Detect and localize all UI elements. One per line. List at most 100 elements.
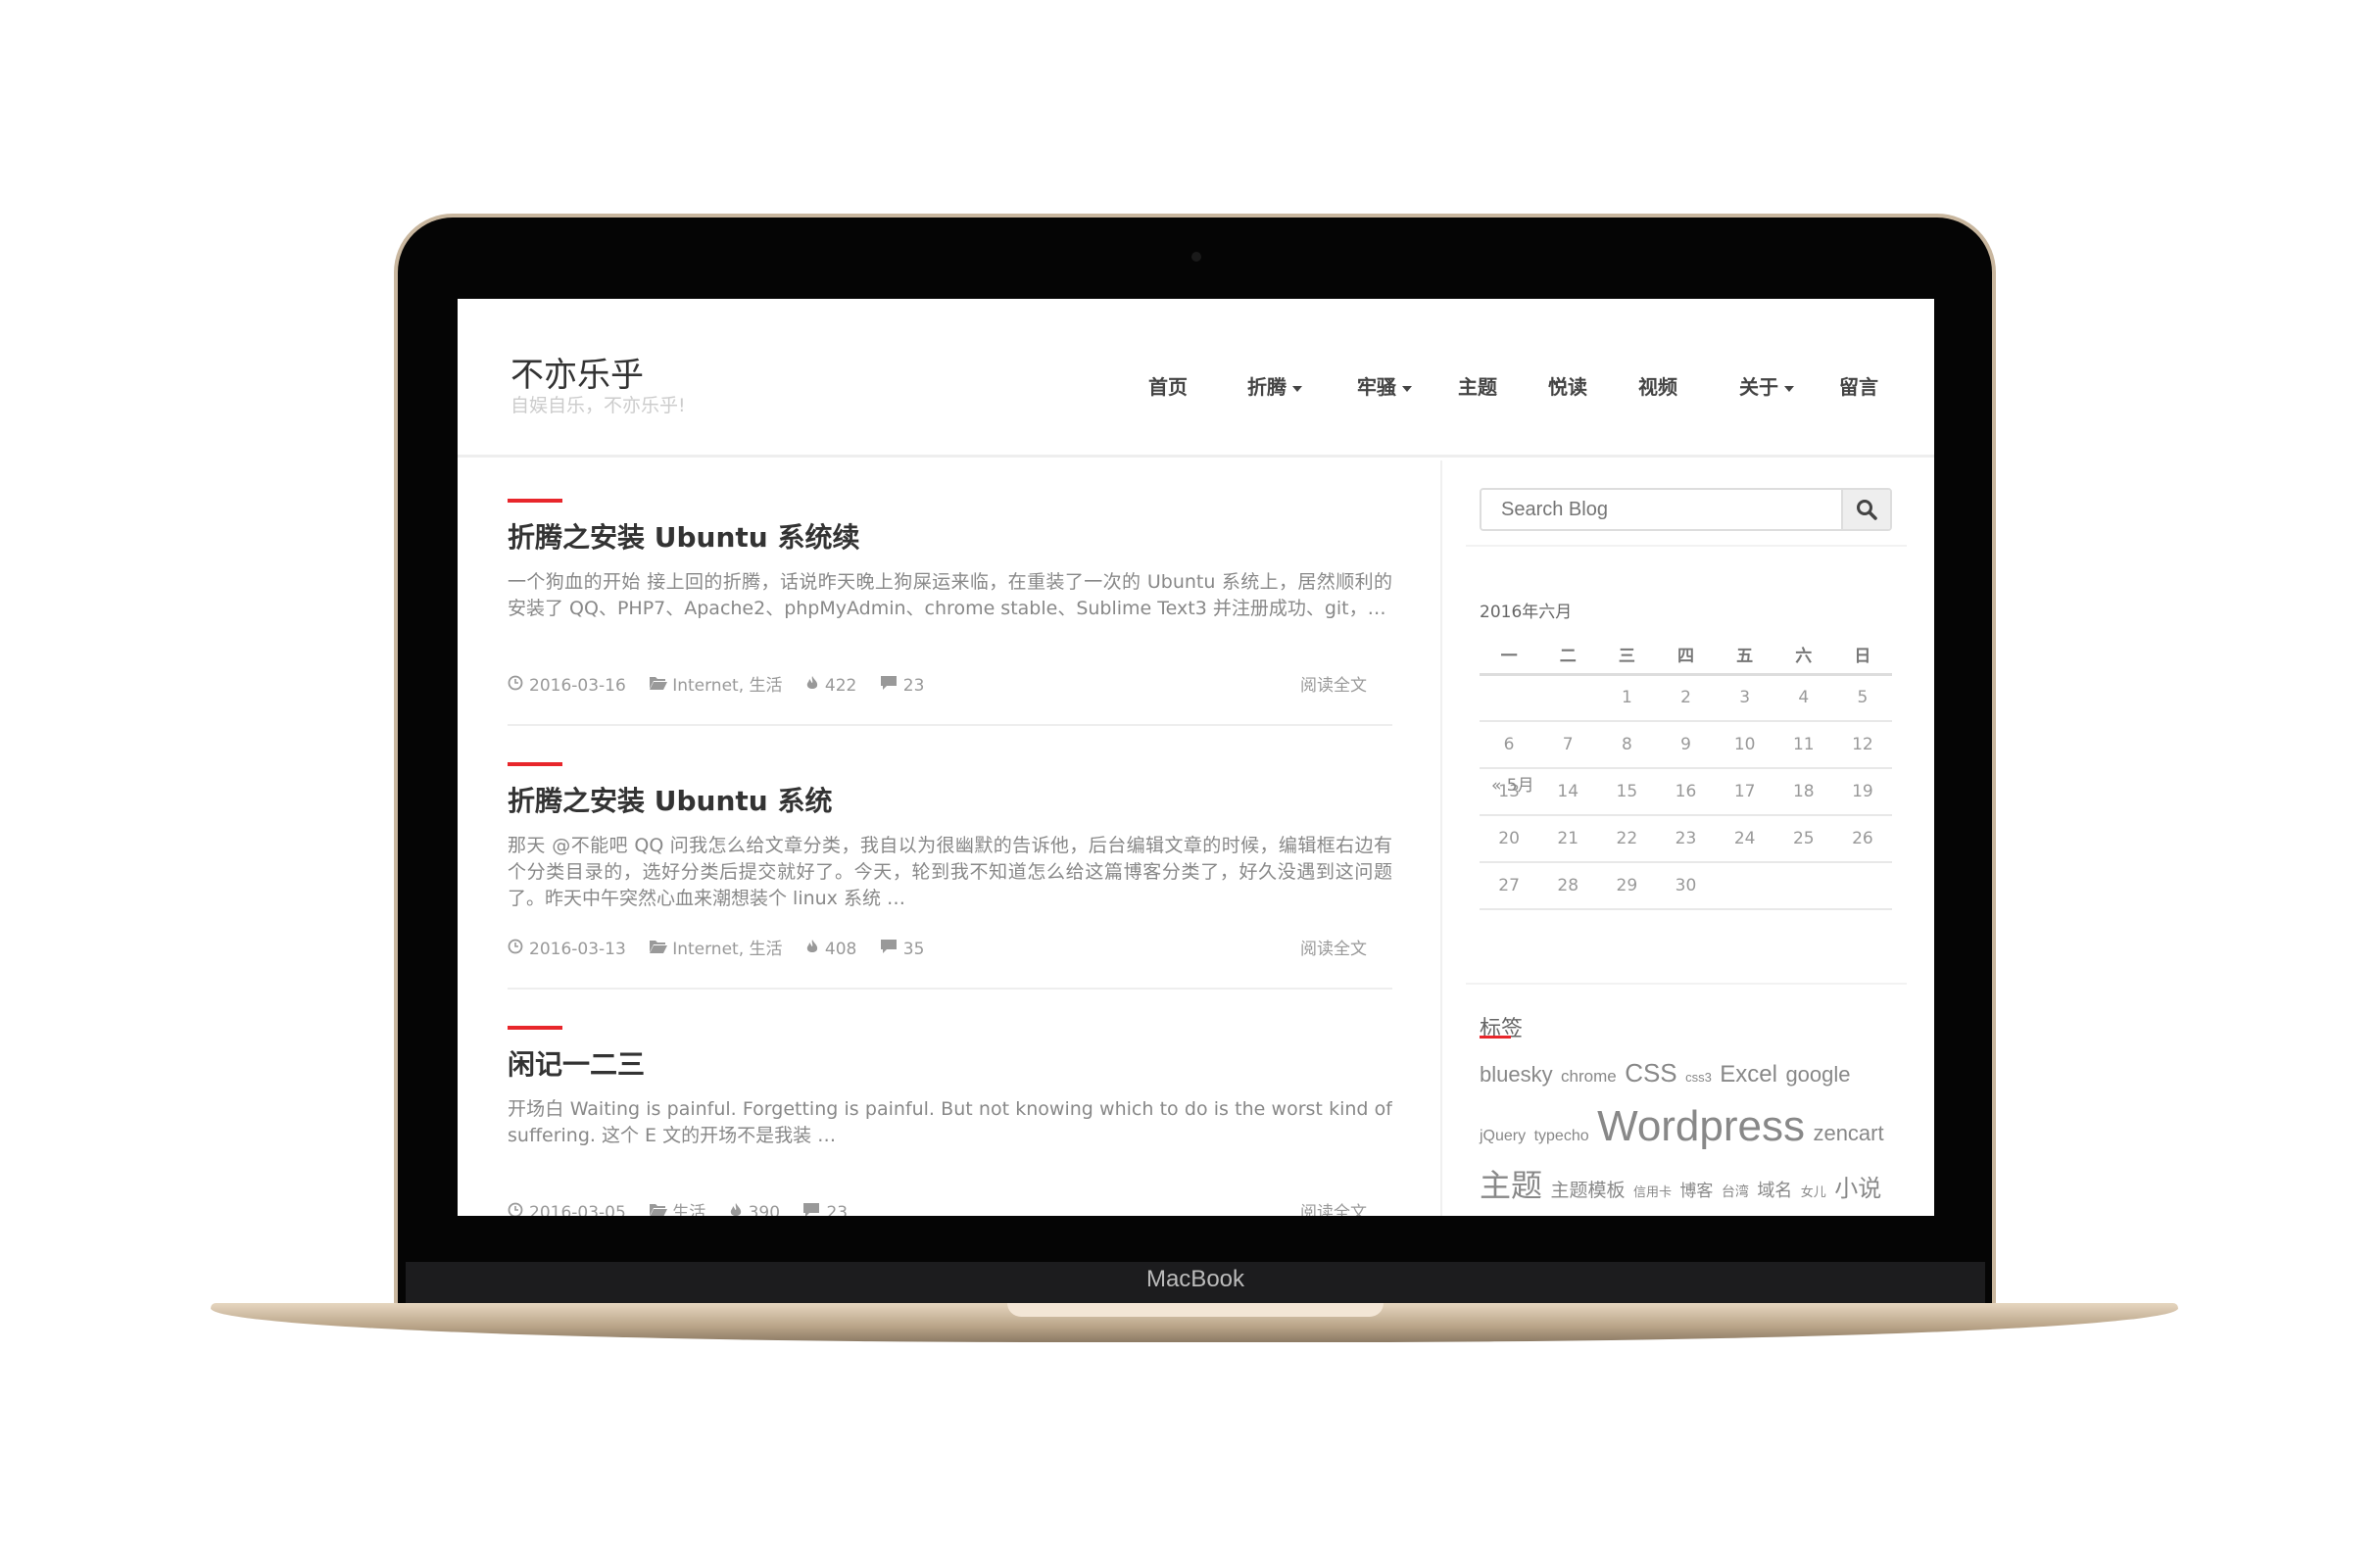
tag-link[interactable]: css3 (1685, 1070, 1712, 1085)
camera-icon (1191, 252, 1201, 262)
site-tagline: 自娱自乐，不亦乐乎! (510, 395, 686, 416)
read-more-link[interactable]: 阅读全文 (1300, 1198, 1367, 1216)
calendar-week: 13 14 15 16 17 18 19 (1480, 768, 1892, 816)
tag-link[interactable]: jQuery (1480, 1128, 1526, 1144)
post-item: 折腾之安装 Ubuntu 系统续 一个狗血的开始 接上回的折腾，话说昨天晚上狗屎… (508, 499, 1392, 762)
calendar-day: 23 (1656, 815, 1716, 863)
nav-item[interactable]: 折腾 (1247, 371, 1302, 400)
calendar-day (1832, 862, 1892, 910)
post-comments[interactable]: 35 (903, 940, 925, 959)
caret-down-icon (1292, 385, 1302, 392)
tag-link[interactable]: 域名 (1757, 1181, 1792, 1200)
tag-link[interactable]: 小说 (1834, 1176, 1881, 1202)
post-date: 2016-03-16 (529, 676, 626, 696)
post-comments[interactable]: 23 (903, 676, 925, 696)
calendar-week: 12345 (1480, 674, 1892, 722)
tag-link[interactable]: 主题 (1480, 1168, 1542, 1203)
folder-icon (649, 676, 668, 696)
search-button[interactable] (1841, 490, 1890, 529)
nav-item-label: 首页 (1148, 375, 1188, 399)
post-excerpt: 那天 @不能吧 QQ 问我怎么给文章分类，我自以为很幽默的告诉他，后台编辑文章的… (508, 835, 1392, 909)
calendar-day: 8 (1597, 721, 1657, 769)
comment-icon (880, 676, 898, 696)
folder-icon (649, 1203, 668, 1216)
nav-item-label: 留言 (1839, 375, 1878, 399)
column-divider (1440, 460, 1442, 1216)
tag-link[interactable]: typecho (1534, 1128, 1589, 1144)
calendar-weekday: 日 (1832, 635, 1892, 676)
nav-item-label: 悦读 (1548, 375, 1587, 399)
calendar-day: 12 (1832, 721, 1892, 769)
read-more-link[interactable]: 阅读全文 (1300, 671, 1367, 696)
sidebar-divider (1466, 545, 1907, 547)
post-title-link[interactable]: 闲记一二三 (508, 1043, 1392, 1083)
post-category-link[interactable]: Internet, 生活 (672, 940, 782, 959)
tag-link[interactable]: 博客 (1679, 1182, 1713, 1200)
clock-icon (508, 675, 523, 696)
tag-link[interactable]: bluesky (1480, 1062, 1553, 1087)
site-title[interactable]: 不亦乐乎 (510, 348, 644, 396)
calendar-day: 26 (1832, 815, 1892, 863)
post-excerpt: 开场白 Waiting is painful. Forgetting is pa… (508, 1098, 1392, 1146)
post-category-link[interactable]: 生活 (672, 1203, 705, 1216)
post-title-link[interactable]: 折腾之安装 Ubuntu 系统续 (508, 516, 1392, 556)
tag-link[interactable]: CSS (1625, 1058, 1676, 1088)
clock-icon (508, 939, 523, 959)
post-views: 408 (824, 940, 857, 959)
nav-item[interactable]: 主题 (1458, 371, 1497, 400)
tag-link[interactable]: 主题模板 (1550, 1181, 1625, 1201)
tag-link[interactable]: 女儿 (1801, 1184, 1826, 1199)
fire-icon (729, 1203, 743, 1216)
calendar-day: 17 (1715, 768, 1774, 816)
comment-icon (802, 1203, 820, 1216)
nav-item[interactable]: 关于 (1739, 371, 1794, 400)
tag-link[interactable]: Excel (1720, 1061, 1777, 1088)
screen: 不亦乐乎 自娱自乐，不亦乐乎! 首页 折腾 牢骚 主题 悦读 视频 关于 留言 折腾之安装 U… (458, 299, 1934, 1216)
calendar-day: 5 (1832, 674, 1892, 722)
nav-item[interactable]: 视频 (1638, 371, 1677, 400)
calendar-day: 27 (1480, 862, 1539, 910)
tag-link[interactable]: google (1785, 1062, 1850, 1087)
calendar-day: 15 (1597, 768, 1657, 816)
caret-down-icon (1402, 385, 1412, 392)
post-comments[interactable]: 23 (826, 1203, 848, 1216)
calendar: 一二三四五六日 1 2 3 4 5 6 7 8 9 10 11 12 13 14 15 16 17 18 19 20 21… (1480, 635, 1892, 910)
search-icon (1857, 500, 1877, 520)
post-item: 折腾之安装 Ubuntu 系统 那天 @不能吧 QQ 问我怎么给文章分类，我自以… (508, 762, 1392, 1026)
nav-item-label: 关于 (1739, 375, 1778, 399)
tag-link[interactable]: 台湾 (1722, 1184, 1749, 1199)
tag-link[interactable]: chrome (1561, 1067, 1617, 1086)
calendar-day: 29 (1597, 862, 1657, 910)
post-list: 折腾之安装 Ubuntu 系统续 一个狗血的开始 接上回的折腾，话说昨天晚上狗屎… (508, 499, 1392, 1216)
nav-item[interactable]: 首页 (1148, 371, 1188, 400)
calendar-prev-link[interactable]: « 5月 (1491, 771, 1534, 796)
nav-item[interactable]: 留言 (1839, 371, 1878, 400)
tag-link[interactable]: zencart (1813, 1121, 1883, 1145)
read-more-link[interactable]: 阅读全文 (1300, 935, 1367, 959)
calendar-day: 1 (1597, 674, 1657, 722)
nav-item[interactable]: 悦读 (1548, 371, 1587, 400)
calendar-day: 16 (1656, 768, 1716, 816)
calendar-day: 11 (1773, 721, 1833, 769)
calendar-day: 24 (1715, 815, 1774, 863)
nav-item[interactable]: 牢骚 (1357, 371, 1412, 400)
caret-down-icon (1784, 385, 1794, 392)
post-title-link[interactable]: 折腾之安装 Ubuntu 系统 (508, 780, 1392, 819)
comment-icon (880, 940, 898, 959)
tag-link[interactable]: 信用卡 (1633, 1184, 1672, 1199)
calendar-day: 18 (1773, 768, 1833, 816)
calendar-week: 6 7 8 9 10 11 12 (1480, 721, 1892, 769)
folder-icon (649, 940, 668, 959)
calendar-caption: 2016年六月 (1480, 603, 1573, 622)
calendar-weekday: 二 (1538, 635, 1598, 676)
sidebar: 2016年六月 一二三四五六日1234567891011121314151617… (1466, 488, 1907, 1203)
post-category-link[interactable]: Internet, 生活 (672, 676, 782, 696)
search-input[interactable] (1481, 490, 1841, 529)
calendar-weekday: 四 (1656, 635, 1716, 676)
tag-link[interactable]: Wordpress (1597, 1102, 1805, 1150)
post-views: 390 (748, 1203, 781, 1216)
calendar-day (1715, 862, 1774, 910)
site-header: 不亦乐乎 自娱自乐，不亦乐乎! 首页 折腾 牢骚 主题 悦读 视频 关于 留言 (458, 299, 1934, 458)
post-accent-bar (508, 762, 562, 766)
calendar-day: 4 (1773, 674, 1833, 722)
